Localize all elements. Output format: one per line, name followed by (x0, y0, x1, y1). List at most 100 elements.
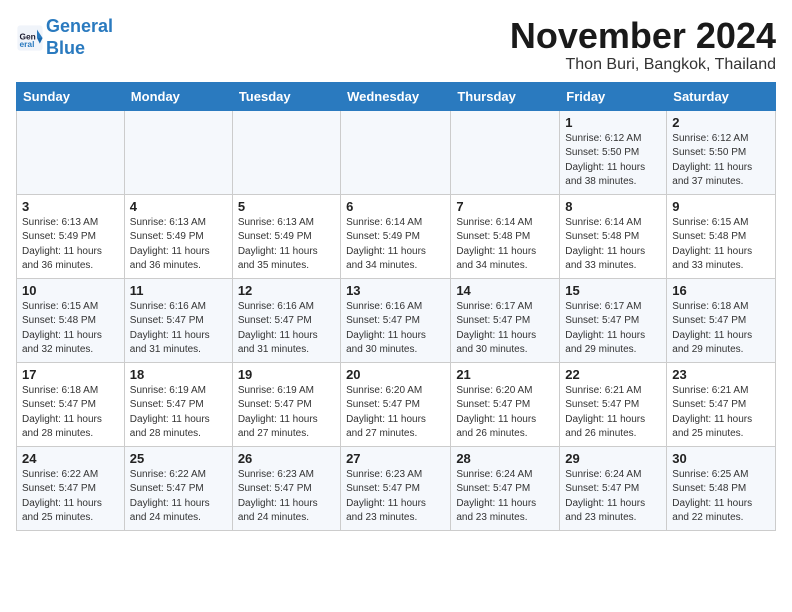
day-info: Sunrise: 6:22 AM Sunset: 5:47 PM Dayligh… (22, 468, 119, 526)
day-number: 17 (22, 367, 119, 382)
calendar-cell: 26 Sunrise: 6:23 AM Sunset: 5:47 PM Dayli… (232, 446, 340, 530)
day-info: Sunrise: 6:12 AM Sunset: 5:50 PM Dayligh… (565, 132, 661, 190)
calendar-cell (124, 110, 232, 194)
calendar-cell: 16 Sunrise: 6:18 AM Sunset: 5:47 PM Dayli… (667, 278, 776, 362)
calendar-week-3: 10 Sunrise: 6:15 AM Sunset: 5:48 PM Dayli… (17, 278, 776, 362)
calendar-cell: 13Sunrise: 6:16 AM Sunset: 5:47 PM Dayli… (341, 278, 451, 362)
calendar-cell: 22Sunrise: 6:21 AM Sunset: 5:47 PM Dayli… (560, 362, 667, 446)
calendar-week-2: 3 Sunrise: 6:13 AM Sunset: 5:49 PM Daylig… (17, 194, 776, 278)
day-info: Sunrise: 6:13 AM Sunset: 5:49 PM Dayligh… (130, 216, 227, 274)
day-info: Sunrise: 6:21 AM Sunset: 5:47 PM Dayligh… (565, 384, 661, 442)
day-number: 21 (456, 367, 554, 382)
calendar-cell: 10 Sunrise: 6:15 AM Sunset: 5:48 PM Dayli… (17, 278, 125, 362)
day-number: 18 (130, 367, 227, 382)
calendar-cell (341, 110, 451, 194)
day-info: Sunrise: 6:14 AM Sunset: 5:48 PM Dayligh… (565, 216, 661, 274)
calendar-cell: 5Sunrise: 6:13 AM Sunset: 5:49 PM Daylig… (232, 194, 340, 278)
month-title: November 2024 (510, 16, 776, 56)
day-number: 14 (456, 283, 554, 298)
day-info: Sunrise: 6:12 AM Sunset: 5:50 PM Dayligh… (672, 132, 770, 190)
day-number: 23 (672, 367, 770, 382)
page-header: Gen eral GeneralBlue November 2024 Thon … (16, 16, 776, 74)
day-info: Sunrise: 6:24 AM Sunset: 5:47 PM Dayligh… (456, 468, 554, 526)
calendar-cell (451, 110, 560, 194)
day-info: Sunrise: 6:23 AM Sunset: 5:47 PM Dayligh… (346, 468, 445, 526)
day-number: 4 (130, 199, 227, 214)
day-info: Sunrise: 6:13 AM Sunset: 5:49 PM Dayligh… (238, 216, 335, 274)
header-wednesday: Wednesday (341, 82, 451, 110)
calendar-cell: 3 Sunrise: 6:13 AM Sunset: 5:49 PM Daylig… (17, 194, 125, 278)
day-info: Sunrise: 6:16 AM Sunset: 5:47 PM Dayligh… (238, 300, 335, 358)
day-info: Sunrise: 6:17 AM Sunset: 5:47 PM Dayligh… (565, 300, 661, 358)
header-sunday: Sunday (17, 82, 125, 110)
logo-text: GeneralBlue (46, 16, 113, 59)
calendar-week-4: 17 Sunrise: 6:18 AM Sunset: 5:47 PM Dayli… (17, 362, 776, 446)
calendar-cell: 20 Sunrise: 6:20 AM Sunset: 5:47 PM Dayli… (341, 362, 451, 446)
location-title: Thon Buri, Bangkok, Thailand (510, 56, 776, 74)
header-monday: Monday (124, 82, 232, 110)
calendar-cell: 7 Sunrise: 6:14 AM Sunset: 5:48 PM Daylig… (451, 194, 560, 278)
day-number: 28 (456, 451, 554, 466)
calendar-cell: 30Sunrise: 6:25 AM Sunset: 5:48 PM Dayli… (667, 446, 776, 530)
day-info: Sunrise: 6:14 AM Sunset: 5:48 PM Dayligh… (456, 216, 554, 274)
calendar-cell: 15 Sunrise: 6:17 AM Sunset: 5:47 PM Dayli… (560, 278, 667, 362)
calendar-cell: 12 Sunrise: 6:16 AM Sunset: 5:47 PM Dayli… (232, 278, 340, 362)
day-info: Sunrise: 6:22 AM Sunset: 5:47 PM Dayligh… (130, 468, 227, 526)
calendar-cell: 17 Sunrise: 6:18 AM Sunset: 5:47 PM Dayli… (17, 362, 125, 446)
calendar-week-1: 1 Sunrise: 6:12 AM Sunset: 5:50 PM Daylig… (17, 110, 776, 194)
calendar-cell: 6Sunrise: 6:14 AM Sunset: 5:49 PM Daylig… (341, 194, 451, 278)
day-number: 24 (22, 451, 119, 466)
day-info: Sunrise: 6:14 AM Sunset: 5:49 PM Dayligh… (346, 216, 445, 274)
logo-icon: Gen eral (16, 24, 44, 52)
day-number: 11 (130, 283, 227, 298)
calendar-cell: 18 Sunrise: 6:19 AM Sunset: 5:47 PM Dayli… (124, 362, 232, 446)
calendar-cell: 24 Sunrise: 6:22 AM Sunset: 5:47 PM Dayli… (17, 446, 125, 530)
day-number: 15 (565, 283, 661, 298)
day-number: 10 (22, 283, 119, 298)
day-info: Sunrise: 6:18 AM Sunset: 5:47 PM Dayligh… (22, 384, 119, 442)
day-info: Sunrise: 6:17 AM Sunset: 5:47 PM Dayligh… (456, 300, 554, 358)
day-info: Sunrise: 6:19 AM Sunset: 5:47 PM Dayligh… (238, 384, 335, 442)
calendar-cell: 19 Sunrise: 6:19 AM Sunset: 5:47 PM Dayli… (232, 362, 340, 446)
day-number: 1 (565, 115, 661, 130)
calendar-cell: 25 Sunrise: 6:22 AM Sunset: 5:47 PM Dayli… (124, 446, 232, 530)
title-area: November 2024 Thon Buri, Bangkok, Thaila… (510, 16, 776, 74)
day-info: Sunrise: 6:20 AM Sunset: 5:47 PM Dayligh… (456, 384, 554, 442)
day-number: 3 (22, 199, 119, 214)
day-info: Sunrise: 6:23 AM Sunset: 5:47 PM Dayligh… (238, 468, 335, 526)
day-number: 26 (238, 451, 335, 466)
logo: Gen eral GeneralBlue (16, 16, 113, 59)
day-number: 19 (238, 367, 335, 382)
svg-text:eral: eral (20, 39, 35, 49)
day-number: 13 (346, 283, 445, 298)
day-info: Sunrise: 6:16 AM Sunset: 5:47 PM Dayligh… (130, 300, 227, 358)
header-friday: Friday (560, 82, 667, 110)
day-info: Sunrise: 6:19 AM Sunset: 5:47 PM Dayligh… (130, 384, 227, 442)
day-info: Sunrise: 6:13 AM Sunset: 5:49 PM Dayligh… (22, 216, 119, 274)
calendar-cell: 1 Sunrise: 6:12 AM Sunset: 5:50 PM Daylig… (560, 110, 667, 194)
day-number: 16 (672, 283, 770, 298)
day-info: Sunrise: 6:25 AM Sunset: 5:48 PM Dayligh… (672, 468, 770, 526)
day-number: 12 (238, 283, 335, 298)
day-info: Sunrise: 6:15 AM Sunset: 5:48 PM Dayligh… (22, 300, 119, 358)
calendar-table: SundayMondayTuesdayWednesdayThursdayFrid… (16, 82, 776, 531)
day-number: 2 (672, 115, 770, 130)
day-number: 27 (346, 451, 445, 466)
calendar-cell: 14 Sunrise: 6:17 AM Sunset: 5:47 PM Dayli… (451, 278, 560, 362)
day-info: Sunrise: 6:24 AM Sunset: 5:47 PM Dayligh… (565, 468, 661, 526)
header-tuesday: Tuesday (232, 82, 340, 110)
calendar-cell: 4 Sunrise: 6:13 AM Sunset: 5:49 PM Daylig… (124, 194, 232, 278)
day-number: 7 (456, 199, 554, 214)
calendar-cell: 9Sunrise: 6:15 AM Sunset: 5:48 PM Daylig… (667, 194, 776, 278)
day-info: Sunrise: 6:20 AM Sunset: 5:47 PM Dayligh… (346, 384, 445, 442)
day-number: 9 (672, 199, 770, 214)
calendar-cell: 2 Sunrise: 6:12 AM Sunset: 5:50 PM Daylig… (667, 110, 776, 194)
calendar-week-5: 24 Sunrise: 6:22 AM Sunset: 5:47 PM Dayli… (17, 446, 776, 530)
calendar-cell (232, 110, 340, 194)
day-info: Sunrise: 6:18 AM Sunset: 5:47 PM Dayligh… (672, 300, 770, 358)
header-thursday: Thursday (451, 82, 560, 110)
day-number: 20 (346, 367, 445, 382)
calendar-cell: 27 Sunrise: 6:23 AM Sunset: 5:47 PM Dayli… (341, 446, 451, 530)
day-number: 25 (130, 451, 227, 466)
day-info: Sunrise: 6:21 AM Sunset: 5:47 PM Dayligh… (672, 384, 770, 442)
